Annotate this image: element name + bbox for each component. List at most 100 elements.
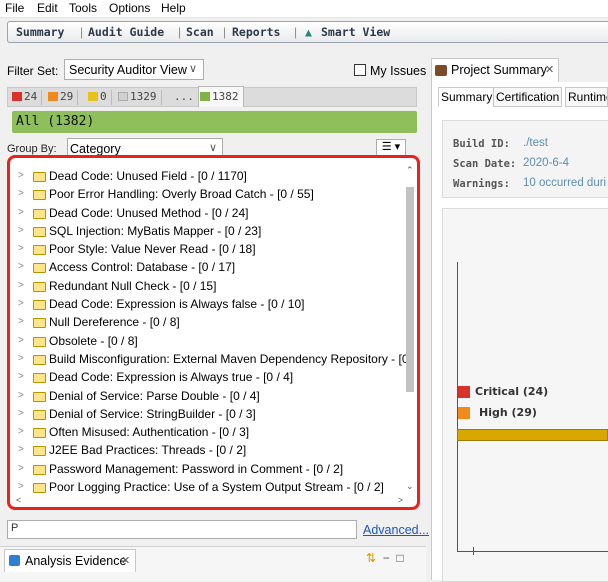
tree-item[interactable]: > Denial of Service: Parse Double - [0 / … <box>12 388 412 406</box>
tree-item-label: Poor Style: Value Never Read - [0 / 18] <box>49 242 256 257</box>
tree-item[interactable]: > SQL Injection: MyBatis Mapper - [0 / 23… <box>12 223 412 241</box>
search-input[interactable]: P <box>7 520 357 539</box>
menu-tools[interactable]: Tools <box>69 1 97 15</box>
project-icon <box>435 65 447 76</box>
group-by-label: Group By: <box>7 143 57 155</box>
perspective-smart-view[interactable]: Smart View <box>321 25 390 39</box>
tree-item[interactable]: > Dead Code: Expression is Always false -… <box>12 296 412 314</box>
close-icon[interactable]: ✕ <box>545 63 554 76</box>
chevron-right-icon[interactable]: > <box>18 390 24 401</box>
chevron-right-icon[interactable]: > <box>18 170 24 181</box>
minimize-icon[interactable]: − <box>379 551 390 565</box>
chevron-right-icon[interactable]: > <box>18 353 24 364</box>
chevron-right-icon[interactable]: > <box>18 444 24 455</box>
evidence-icon <box>9 555 20 566</box>
graduation-cap-icon: ▲ <box>305 25 312 39</box>
menu-edit[interactable]: Edit <box>37 1 58 15</box>
perspective-reports[interactable]: Reports <box>232 25 280 39</box>
tree-item[interactable]: > Dead Code: Unused Field - [0 / 1170] <box>12 168 412 186</box>
tree-item[interactable]: > Poor Style: Value Never Read - [0 / 18] <box>12 241 412 259</box>
folder-icon <box>33 208 46 219</box>
issue-tree: > Dead Code: Unused Field - [0 / 1170] > Po… <box>7 155 420 510</box>
all-issues-header: All (1382) <box>12 111 417 133</box>
scroll-right-icon[interactable]: > <box>398 495 403 505</box>
chevron-right-icon[interactable]: > <box>18 463 24 474</box>
close-icon[interactable]: ✕ <box>121 554 130 567</box>
tree-item-label: Password Management: Password in Comment… <box>49 461 344 476</box>
chevron-right-icon[interactable]: > <box>18 335 24 346</box>
chevron-right-icon[interactable]: > <box>18 207 24 218</box>
chevron-right-icon[interactable]: > <box>18 188 24 199</box>
tree-item[interactable]: > Poor Error Handling: Overly Broad Catch… <box>12 186 412 204</box>
vertical-scrollbar[interactable]: ⌃ ⌄ <box>405 163 415 503</box>
high-swatch <box>48 92 58 101</box>
tab-low[interactable]: 1329 <box>118 90 162 105</box>
perspective-scan[interactable]: Scan <box>186 25 214 39</box>
tree-item[interactable]: > Poor Logging Practice: Use of a System … <box>12 479 412 497</box>
chevron-right-icon[interactable]: > <box>18 426 24 437</box>
perspective-summary[interactable]: Summary <box>16 25 64 39</box>
menu-file[interactable]: File <box>5 1 24 15</box>
folder-icon <box>33 409 46 420</box>
chevron-right-icon[interactable]: > <box>18 316 24 327</box>
folder-icon <box>33 373 46 384</box>
folder-icon <box>33 483 46 494</box>
tree-item-label: Dead Code: Expression is Always true - [… <box>49 370 294 385</box>
chevron-right-icon[interactable]: > <box>18 243 24 254</box>
legend-critical-label: Critical (24) <box>475 385 549 398</box>
tab-high[interactable]: 29 <box>48 90 79 105</box>
scroll-up-icon[interactable]: ⌃ <box>406 165 414 176</box>
filter-set-select[interactable]: Security Auditor View ∨ <box>64 59 204 80</box>
my-issues-checkbox[interactable] <box>354 64 366 76</box>
subtab-summary[interactable]: Summary <box>438 87 496 107</box>
filter-set-value: Security Auditor View <box>69 63 187 77</box>
build-id-value: ./test <box>523 137 548 149</box>
maximize-icon[interactable]: □ <box>393 551 403 565</box>
tree-item[interactable]: > Access Control: Database - [0 / 17] <box>12 259 412 277</box>
tree-item-label: Poor Error Handling: Overly Broad Catch … <box>49 187 314 202</box>
tree-item[interactable]: > Build Misconfiguration: External Maven … <box>12 351 412 369</box>
subtab-certification[interactable]: Certification <box>493 87 563 107</box>
tree-item-label: Null Dereference - [0 / 8] <box>49 315 180 330</box>
tree-item-label: Dead Code: Unused Field - [0 / 1170] <box>49 169 247 183</box>
tree-item[interactable]: > Password Management: Password in Commen… <box>12 461 412 479</box>
tree-item[interactable]: > Dead Code: Unused Method - [0 / 24] <box>12 205 412 223</box>
tab-critical[interactable]: 24 <box>12 90 43 105</box>
subtab-runtime[interactable]: Runtime <box>565 87 608 107</box>
chevron-right-icon[interactable]: > <box>18 298 24 309</box>
critical-swatch <box>458 386 470 398</box>
advanced-link[interactable]: Advanced... <box>363 523 429 537</box>
tree-item[interactable]: > J2EE Bad Practices: Threads - [0 / 2] <box>12 442 412 460</box>
chevron-right-icon[interactable]: > <box>18 280 24 291</box>
tree-item[interactable]: > Redundant Null Check - [0 / 15] <box>12 278 412 296</box>
medium-swatch <box>88 92 98 101</box>
menu-help[interactable]: Help <box>161 1 186 15</box>
tab-analysis-evidence[interactable]: Analysis Evidence ✕ <box>4 549 136 572</box>
evidence-tab-label: Analysis Evidence <box>25 554 127 568</box>
tab-project-summary[interactable]: Project Summary ✕ <box>431 58 559 82</box>
tree-item[interactable]: > Often Misused: Authentication - [0 / 3] <box>12 424 412 442</box>
tree-item[interactable]: > Dead Code: Expression is Always true - … <box>12 369 412 387</box>
menu-options[interactable]: Options <box>109 1 150 15</box>
tab-all[interactable]: 1382 <box>198 86 244 107</box>
folder-icon <box>33 190 46 201</box>
chevron-right-icon[interactable]: > <box>18 481 24 492</box>
perspective-audit-guide[interactable]: Audit Guide <box>88 25 164 39</box>
chevron-right-icon[interactable]: > <box>18 408 24 419</box>
folder-icon <box>33 318 46 329</box>
scroll-down-icon[interactable]: ⌄ <box>406 481 414 492</box>
chevron-right-icon[interactable]: > <box>18 225 24 236</box>
tree-item[interactable]: > Obsolete - [0 / 8] <box>12 333 412 351</box>
scroll-left-icon[interactable]: < <box>16 495 21 505</box>
link-icon[interactable]: ⇅ <box>366 551 376 565</box>
tab-more[interactable]: ... <box>174 90 199 105</box>
all-issues-label: All (1382) <box>16 114 95 129</box>
low-swatch <box>118 92 128 101</box>
chevron-right-icon[interactable]: > <box>18 261 24 272</box>
tree-item[interactable]: > Null Dereference - [0 / 8] <box>12 314 412 332</box>
chevron-right-icon[interactable]: > <box>18 371 24 382</box>
scroll-thumb[interactable] <box>406 187 414 392</box>
tab-medium[interactable]: 0 <box>88 90 112 105</box>
tree-item[interactable]: > Denial of Service: StringBuilder - [0 /… <box>12 406 412 424</box>
scan-date-label: Scan Date: <box>453 158 517 170</box>
